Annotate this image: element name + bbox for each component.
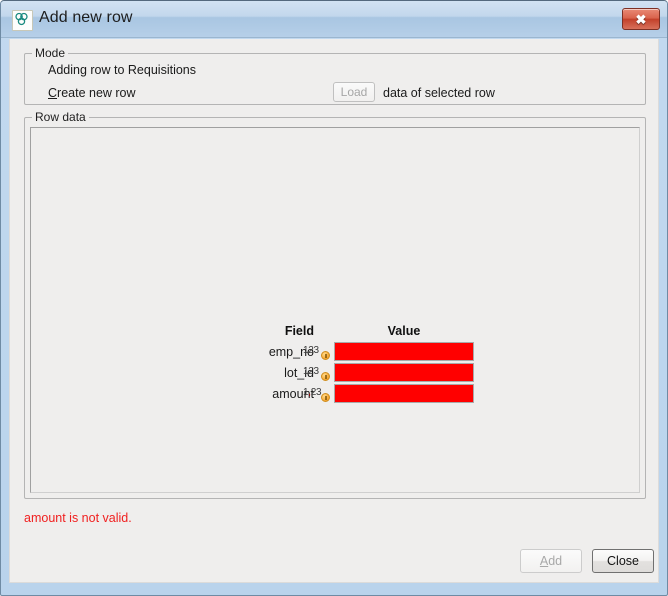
table-row: lot_id 123 (245, 363, 481, 384)
window-title: Add new row (39, 9, 133, 26)
required-key-dot-icon (321, 372, 330, 381)
add-button-text: dd (548, 554, 563, 568)
add-button-mnemonic: A (539, 554, 549, 568)
value-input-lot-id[interactable] (334, 363, 474, 382)
dialog-client-area: Mode Adding row to Requisitions Create n… (9, 39, 659, 583)
molecule-icon (12, 10, 33, 31)
create-new-row-mnemonic: C (48, 86, 58, 100)
add-button[interactable]: Add (520, 549, 582, 573)
create-new-row-label: Create new row (48, 86, 136, 100)
close-window-button[interactable]: ✖ (622, 8, 660, 30)
table-row: emp_no 123 (245, 342, 481, 363)
required-key-dot-icon (321, 393, 330, 402)
type-glyph: 123 (303, 345, 319, 356)
type-glyph: 123 (303, 366, 319, 377)
close-icon: ✖ (635, 11, 647, 27)
close-dialog-button[interactable]: Close (592, 549, 654, 573)
type-glyph: 1,23 (303, 387, 322, 398)
row-data-group-box: Row data Field Value emp_no 123 lot_id 1… (24, 110, 646, 499)
field-value-table: Field Value emp_no 123 lot_id 123 amount… (245, 324, 481, 405)
table-header-row: Field Value (245, 324, 481, 342)
value-input-emp-no[interactable] (334, 342, 474, 361)
column-header-field: Field (284, 324, 314, 338)
decimal-type-icon: 1,23 (303, 387, 330, 403)
load-button[interactable]: Load (333, 82, 375, 102)
value-input-amount[interactable] (334, 384, 474, 403)
required-key-dot-icon (321, 351, 330, 360)
integer-type-icon: 123 (303, 345, 330, 361)
table-row: amount 1,23 (245, 384, 481, 405)
column-header-value: Value (387, 324, 421, 338)
mode-group-box: Mode Adding row to Requisitions Create n… (24, 46, 646, 105)
mode-status-text: Adding row to Requisitions (48, 63, 196, 77)
load-button-caption: data of selected row (383, 86, 495, 100)
dialog-window: Add new row ✖ Mode Adding row to Requisi… (0, 0, 668, 596)
validation-error-message: amount is not valid. (24, 511, 132, 525)
integer-type-icon: 123 (303, 366, 330, 382)
title-bar[interactable]: Add new row ✖ (1, 1, 667, 38)
row-data-group-legend: Row data (32, 110, 89, 124)
create-new-row-text: reate new row (57, 86, 136, 100)
row-data-panel: Field Value emp_no 123 lot_id 123 amount… (30, 127, 640, 493)
mode-group-legend: Mode (32, 46, 69, 60)
